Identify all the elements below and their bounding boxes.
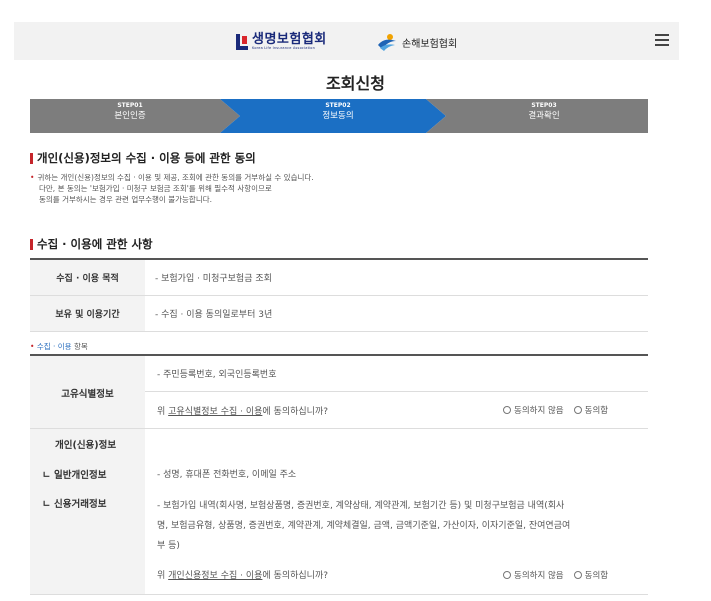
page-title: 조회신청: [326, 74, 385, 93]
personal-info-question-suffix: 에 동의하십니까?: [262, 571, 329, 581]
consent-note-1: 귀하는 개인(신용)정보의 수집 · 이용 및 제공, 조회에 관한 동의를 거…: [30, 172, 650, 183]
credit-info-value: - 보험가입 내역(회사명, 보험상품명, 증권번호, 계약상태, 계약관계, …: [157, 496, 642, 556]
radio-circle-icon[interactable]: [573, 406, 582, 414]
general-info-value: - 성명, 휴대폰 전화번호, 이메일 주소: [157, 470, 297, 480]
personal-info-disagree-label[interactable]: 동의하지 않음: [514, 569, 564, 581]
collection-section-title: 수집 · 이용에 관한 사항: [30, 236, 153, 252]
consent-title-text: 개인(신용)정보의 수집 · 이용 등에 관한 동의: [37, 151, 256, 165]
life-association-name: 생명보험협회: [252, 32, 327, 48]
items-label-suffix: 항목: [71, 342, 88, 351]
items-label: • 수집 · 이용 항목: [30, 341, 88, 352]
step-progress: STEP01 본인인증 STEP02 정보동의 STEP03 결과확인: [30, 99, 648, 133]
personal-info-header: 개인(신용)정보: [55, 440, 117, 451]
consent-note-2: 다만, 본 동의는 '보험가입 · 미청구 보험금 조회'를 위해 필수적 사항…: [39, 184, 272, 193]
table-row: 보유 및 이용기간 - 수집 · 이용 동의일로부터 3년: [30, 295, 648, 332]
step-2: STEP02 정보동의: [298, 102, 378, 121]
site-header: 생명보험협회 Korea Life Insurance Association …: [14, 22, 679, 60]
unique-id-disagree-radio[interactable]: 동의하지 않음: [503, 404, 564, 416]
radio-circle-icon[interactable]: [573, 571, 582, 579]
unique-id-question: 위 고유식별정보 수집 · 이용에 동의하십니까?: [157, 404, 328, 417]
life-association-sub: Korea Life Insurance Association: [252, 46, 316, 51]
step-2-num: STEP02: [325, 102, 351, 109]
items-label-bullet: •: [30, 342, 37, 351]
personal-info-question-prefix: 위: [157, 571, 169, 581]
radio-circle-icon[interactable]: [503, 406, 511, 414]
step-3-num: STEP03: [531, 102, 557, 109]
unique-id-terms-link[interactable]: 고유식별정보 수집 · 이용: [168, 407, 262, 417]
table-row: 수집 · 이용 목적 - 보험가입 · 미청구보험금 조회: [30, 258, 648, 296]
unique-id-agree-radio[interactable]: 동의함: [573, 404, 608, 416]
divider: [30, 428, 648, 429]
consent-notes: 귀하는 개인(신용)정보의 수집 · 이용 및 제공, 조회에 관한 동의를 거…: [30, 172, 650, 205]
items-label-highlight: 수집 · 이용: [36, 342, 72, 351]
section-bar-icon: [30, 152, 33, 164]
purpose-value: - 보험가입 · 미청구보험금 조회: [145, 258, 648, 296]
unique-id-question-prefix: 위: [157, 407, 169, 417]
divider: [145, 391, 648, 392]
unique-id-header: 고유식별정보: [61, 389, 114, 400]
unique-id-agree-label[interactable]: 동의함: [585, 404, 608, 416]
retention-value: - 수집 · 이용 동의일로부터 3년: [145, 295, 648, 332]
general-info-header: ㄴ 일반개인정보: [42, 470, 107, 481]
life-insurance-association-logo[interactable]: 생명보험협회 Korea Life Insurance Association: [236, 31, 327, 53]
step-3: STEP03 결과확인: [504, 102, 584, 121]
step-1-label: 본인인증: [114, 110, 146, 121]
collection-info-table: 수집 · 이용 목적 - 보험가입 · 미청구보험금 조회 보유 및 이용기간 …: [30, 258, 648, 332]
unique-id-question-suffix: 에 동의하십니까?: [262, 407, 329, 417]
unique-id-consent-radios: 동의하지 않음 동의함: [503, 404, 608, 416]
personal-info-header-cell: [30, 429, 145, 594]
step-2-label: 정보동의: [322, 110, 354, 121]
personal-info-consent-radios: 동의하지 않음 동의함: [503, 569, 608, 581]
radio-circle-icon[interactable]: [503, 571, 511, 579]
step-3-label: 결과확인: [528, 110, 560, 121]
unique-id-disagree-label[interactable]: 동의하지 않음: [514, 404, 564, 416]
retention-header: 보유 및 이용기간: [30, 295, 145, 332]
divider: [30, 594, 648, 595]
credit-info-line-2: 명, 보험금유형, 상품명, 증권번호, 계약관계, 계약체결일, 금액, 금액…: [157, 521, 571, 531]
purpose-header: 수집 · 이용 목적: [30, 258, 145, 296]
personal-info-agree-radio[interactable]: 동의함: [573, 569, 608, 581]
non-life-insurance-association-logo[interactable]: 손해보험협회: [376, 31, 457, 53]
step-1: STEP01 본인인증: [90, 102, 170, 121]
credit-info-line-3: 부 등): [157, 541, 180, 551]
consent-section-title: 개인(신용)정보의 수집 · 이용 등에 관한 동의: [30, 150, 256, 166]
credit-info-header: ㄴ 신용거래정보: [42, 499, 107, 510]
collection-title-text: 수집 · 이용에 관한 사항: [37, 237, 153, 251]
life-association-mark-icon: [236, 34, 248, 50]
non-life-association-name: 손해보험협회: [402, 38, 458, 50]
personal-info-disagree-radio[interactable]: 동의하지 않음: [503, 569, 564, 581]
consent-note-3: 동의를 거부하시는 경우 관련 업무수행이 불가능합니다.: [39, 195, 213, 204]
hamburger-menu-icon[interactable]: [655, 34, 669, 46]
section-bar-icon: [30, 238, 33, 250]
credit-info-line-1: - 보험가입 내역(회사명, 보험상품명, 증권번호, 계약상태, 계약관계, …: [157, 501, 565, 511]
unique-id-value: - 주민등록번호, 외국인등록번호: [157, 370, 277, 380]
step-1-num: STEP01: [117, 102, 143, 109]
personal-info-agree-label[interactable]: 동의함: [585, 569, 608, 581]
personal-info-terms-link[interactable]: 개인신용정보 수집 · 이용: [168, 571, 262, 581]
personal-info-question: 위 개인신용정보 수집 · 이용에 동의하십니까?: [157, 568, 328, 581]
non-life-association-mark-icon: [378, 34, 396, 51]
